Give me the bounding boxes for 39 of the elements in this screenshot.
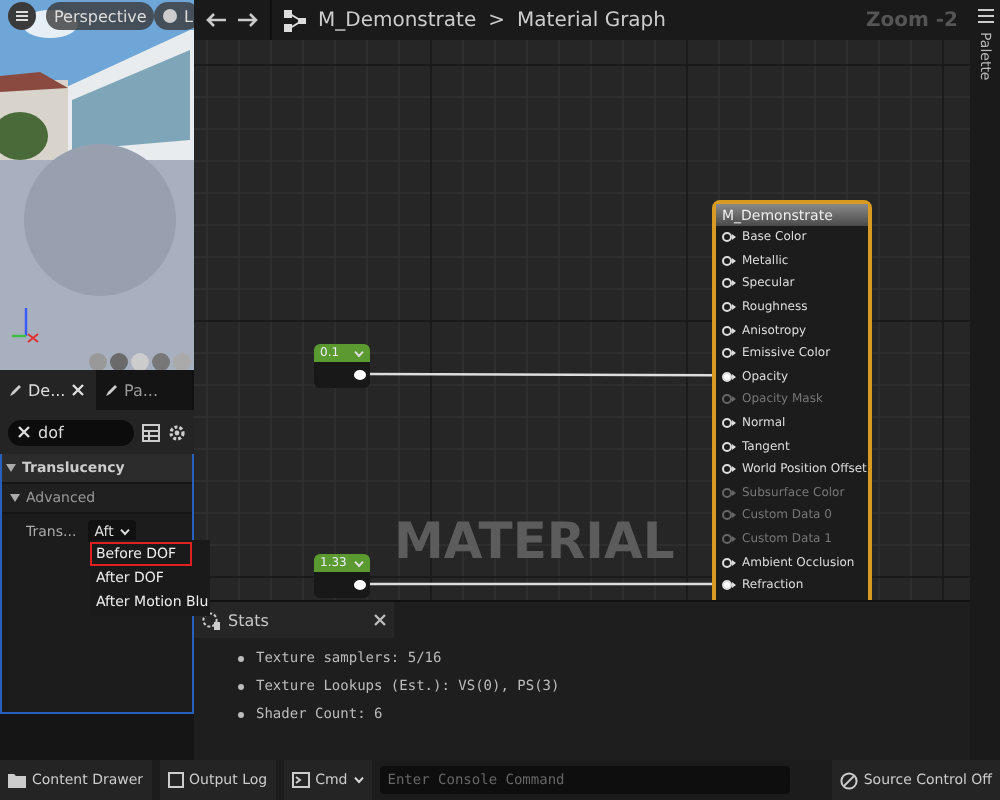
settings-icon[interactable] — [168, 423, 186, 441]
bullet-icon — [238, 655, 244, 661]
list-icon[interactable] — [977, 8, 993, 24]
breadcrumb-separator: > — [488, 9, 506, 31]
panel-tab[interactable]: De... — [0, 370, 96, 410]
asset-name[interactable]: M_Demonstrate — [318, 9, 477, 31]
preview-shapes-icon[interactable] — [88, 352, 192, 370]
output-pin-icon — [354, 370, 366, 380]
terminal-icon — [291, 772, 310, 788]
caret-icon[interactable] — [6, 464, 16, 472]
graph-icon — [284, 9, 306, 31]
table-icon[interactable] — [142, 423, 160, 441]
panel-tab[interactable]: Pa... — [96, 370, 192, 410]
caret-icon[interactable] — [10, 494, 20, 502]
graph-name: Material Graph — [517, 9, 666, 31]
sphere-icon — [162, 8, 178, 24]
log-icon — [167, 772, 184, 788]
search-field[interactable]: dof — [8, 419, 134, 445]
lighting-button[interactable]: L — [154, 2, 194, 30]
graph-label: MATERIAL — [394, 516, 675, 566]
close-icon[interactable] — [18, 426, 30, 438]
view-mode-button[interactable]: Perspective — [46, 2, 155, 30]
chevron-down-icon[interactable] — [119, 527, 130, 535]
chevron-down-icon[interactable] — [353, 776, 364, 784]
pencil-icon — [104, 383, 118, 397]
prohibited-icon — [839, 771, 858, 789]
back-arrow-icon[interactable] — [206, 12, 226, 28]
bullet-icon — [238, 683, 244, 689]
folder-icon — [8, 772, 26, 788]
output-pin-icon — [354, 580, 366, 590]
bullet-icon — [238, 711, 244, 717]
close-icon[interactable] — [374, 614, 386, 626]
forward-arrow-icon[interactable] — [238, 12, 258, 28]
close-icon[interactable] — [71, 384, 84, 396]
axis-icon — [10, 304, 42, 344]
menu-icon[interactable] — [8, 2, 36, 30]
stats-icon — [202, 611, 220, 629]
zoom-level: Zoom -2 — [865, 9, 958, 31]
pencil-icon — [8, 383, 22, 397]
